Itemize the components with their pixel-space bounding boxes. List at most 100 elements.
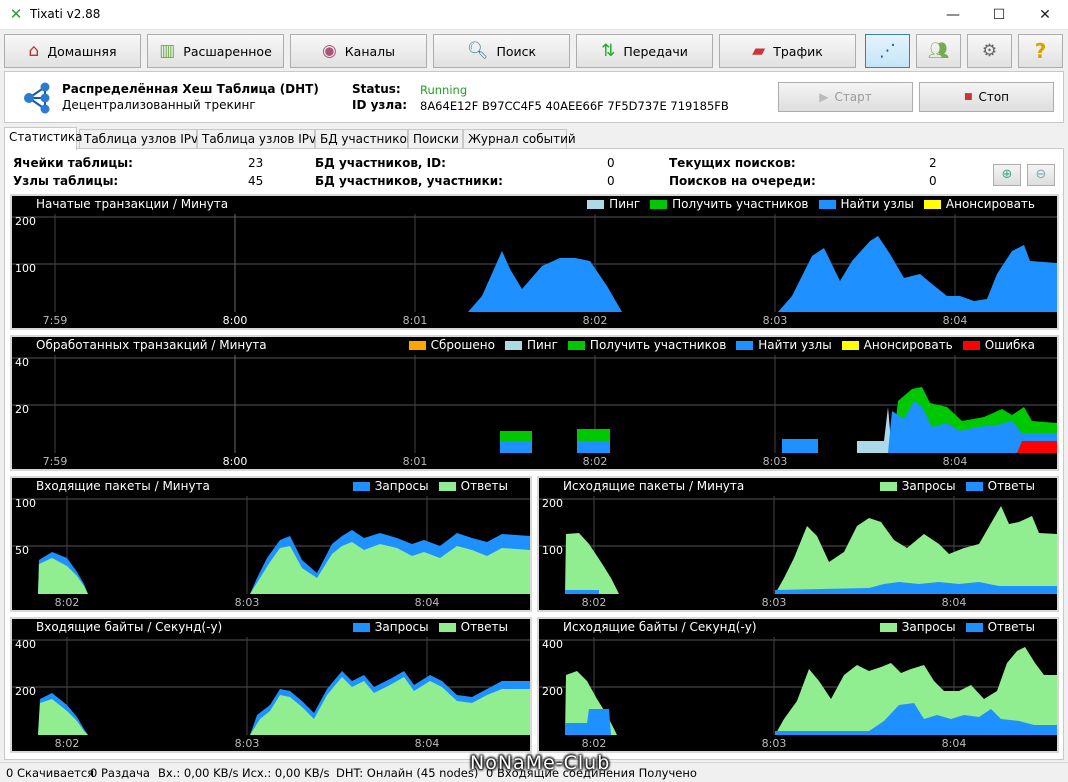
tab-ipv6-nodes[interactable]: Таблица узлов IPv6	[197, 129, 324, 149]
graph5-x-1: 8:03	[234, 737, 260, 750]
dht-title: Распределённая Хеш Таблица (DHT)	[62, 82, 319, 96]
graph4-title: Исходящие пакеты / Минута	[563, 479, 745, 493]
help-button[interactable]: ?	[1018, 34, 1063, 68]
antenna-icon: ◉	[321, 41, 337, 61]
graph4-y-max: 200	[542, 497, 563, 510]
legend-requests-in: Запросы	[352, 479, 429, 493]
zoom-out-icon: ⊖	[1035, 167, 1047, 182]
legend-requests-out: Запросы	[879, 479, 956, 493]
start-button[interactable]: ▶ Старт	[778, 82, 913, 112]
tab-event-log[interactable]: Журнал событий	[463, 129, 576, 149]
traffic-button[interactable]: ▰ Трафик	[719, 34, 856, 68]
graph1-x-2: 8:01	[402, 314, 428, 327]
graph5-title: Входящие байты / Секунд(-у)	[36, 620, 223, 634]
statistics-content: Ячейки таблицы: 23 Узлы таблицы: 45 БД у…	[4, 148, 1064, 760]
current-searches-value: 2	[929, 156, 937, 170]
legend-replies-bytes-in: Ответы	[438, 620, 508, 634]
graph5-x-2: 8:04	[414, 737, 440, 750]
replies-bytes-area	[38, 677, 530, 735]
home-button[interactable]: ⌂ Домашняя	[4, 34, 141, 68]
downloading-count: 0 Скачивается	[6, 766, 95, 780]
graph6-x-2: 8:04	[941, 737, 967, 750]
transfers-button[interactable]: ⇅ Передачи	[576, 34, 713, 68]
graph4-x-0: 8:02	[581, 596, 607, 609]
nodes-label: Узлы таблицы:	[13, 174, 119, 188]
started-transactions-graph: Начатые транзакции / Минута Пинг Получит…	[10, 194, 1059, 330]
tixati-logo-icon: ✕	[9, 5, 23, 23]
maximize-button[interactable]: ☐	[976, 0, 1022, 30]
graph2-x-3: 8:02	[582, 455, 608, 468]
graph2-legend: Сброшено Пинг Получить участников Найти …	[408, 338, 1035, 352]
books-icon: ▥	[159, 41, 176, 61]
outgoing-packets-plot	[539, 496, 1057, 594]
cells-value: 23	[248, 156, 264, 170]
node-id-value: 8A64E12F B97CC4F5 40AEE66F 7F5D737E 7191…	[420, 99, 729, 113]
graph1-title: Начатые транзакции / Минута	[36, 197, 229, 211]
graph2-x-5: 8:04	[942, 455, 968, 468]
shared-button[interactable]: ▥ Расшаренное	[147, 34, 284, 68]
graph3-title: Входящие пакеты / Минута	[36, 479, 210, 493]
graph3-x-0: 8:02	[54, 596, 80, 609]
graph2-x-4: 8:03	[762, 455, 788, 468]
current-searches-label: Текущих поисков:	[669, 156, 796, 170]
node-id-label: ID узла:	[352, 98, 408, 112]
legend-error: Ошибка	[962, 338, 1035, 352]
dht-button[interactable]: ⋰	[865, 34, 910, 68]
incoming-bytes-plot	[12, 637, 530, 735]
replies-out-area	[565, 506, 1057, 594]
close-button[interactable]: ✕	[1022, 0, 1068, 30]
graph4-y-mid: 100	[542, 544, 563, 557]
graph2-x-2: 8:01	[402, 455, 428, 468]
dht-subtitle: Децентрализованный трекинг	[62, 98, 256, 112]
queued-searches-label: Поисков на очереди:	[669, 174, 816, 188]
home-label: Домашняя	[47, 43, 117, 59]
graph3-y-max: 100	[15, 497, 36, 510]
tab-statistics[interactable]: Статистика	[4, 127, 83, 150]
legend-replies-out: Ответы	[965, 479, 1035, 493]
legend-ping-2: Пинг	[504, 338, 558, 352]
graph1-y-mid: 100	[15, 262, 36, 275]
play-icon: ▶	[819, 90, 829, 104]
channels-button[interactable]: ◉ Каналы	[290, 34, 427, 68]
graph1-y-max: 200	[15, 215, 36, 228]
graph3-x-1: 8:03	[234, 596, 260, 609]
peers-button[interactable]: 👥︎	[916, 34, 961, 68]
stop-label: Стоп	[978, 90, 1010, 104]
status-label: Status:	[352, 82, 401, 96]
graph6-y-max: 400	[542, 638, 563, 651]
legend-get-peers: Получить участников	[650, 197, 809, 211]
tab-peer-db[interactable]: БД участников	[315, 129, 414, 149]
cells-label: Ячейки таблицы:	[13, 156, 133, 170]
search-button[interactable]: 🔍︎ Поиск	[433, 34, 570, 68]
transfers-label: Передачи	[623, 43, 688, 59]
stop-button[interactable]: ■ Стоп	[919, 82, 1054, 112]
graph1-x-1: 8:00	[222, 314, 248, 327]
traffic-label: Трафик	[773, 43, 823, 59]
processed-transactions-graph: Обработанных транзакций / Минута Сброшен…	[10, 335, 1059, 471]
dht-info-panel: Распределённая Хеш Таблица (DHT) Децентр…	[4, 71, 1064, 123]
zoom-in-button[interactable]: ⊕	[993, 164, 1021, 186]
zoom-out-button[interactable]: ⊖	[1027, 164, 1055, 186]
minimize-button[interactable]: —	[930, 0, 976, 30]
tab-searches[interactable]: Поиски	[408, 129, 463, 149]
tab-ipv4-nodes[interactable]: Таблица узлов IPv4	[79, 129, 206, 149]
incoming-bytes-graph: Входящие байты / Секунд(-у) Запросы Отве…	[10, 617, 532, 753]
outgoing-bytes-graph: Исходящие байты / Секунд(-у) Запросы Отв…	[537, 617, 1059, 753]
status-value: Running	[420, 83, 468, 97]
settings-button[interactable]: ⚙	[967, 34, 1012, 68]
peers-value: 0	[607, 174, 615, 188]
window-title: Tixati v2.88	[30, 7, 101, 21]
graph5-x-0: 8:02	[54, 737, 80, 750]
shared-label: Расшаренное	[183, 43, 272, 59]
graph4-x-1: 8:03	[761, 596, 787, 609]
graph3-x-2: 8:04	[414, 596, 440, 609]
graph2-y-mid: 20	[15, 403, 29, 416]
graph3-legend: Запросы Ответы	[352, 479, 508, 493]
queued-searches-value: 0	[929, 174, 937, 188]
outgoing-rate: Исх.: 0,00 KB/s	[242, 766, 330, 780]
question-icon: ?	[1034, 39, 1047, 63]
graph2-y-max: 40	[15, 356, 29, 369]
ping-area	[857, 407, 892, 453]
peers-label: БД участников, участники:	[315, 174, 503, 188]
legend-replies-in: Ответы	[438, 479, 508, 493]
